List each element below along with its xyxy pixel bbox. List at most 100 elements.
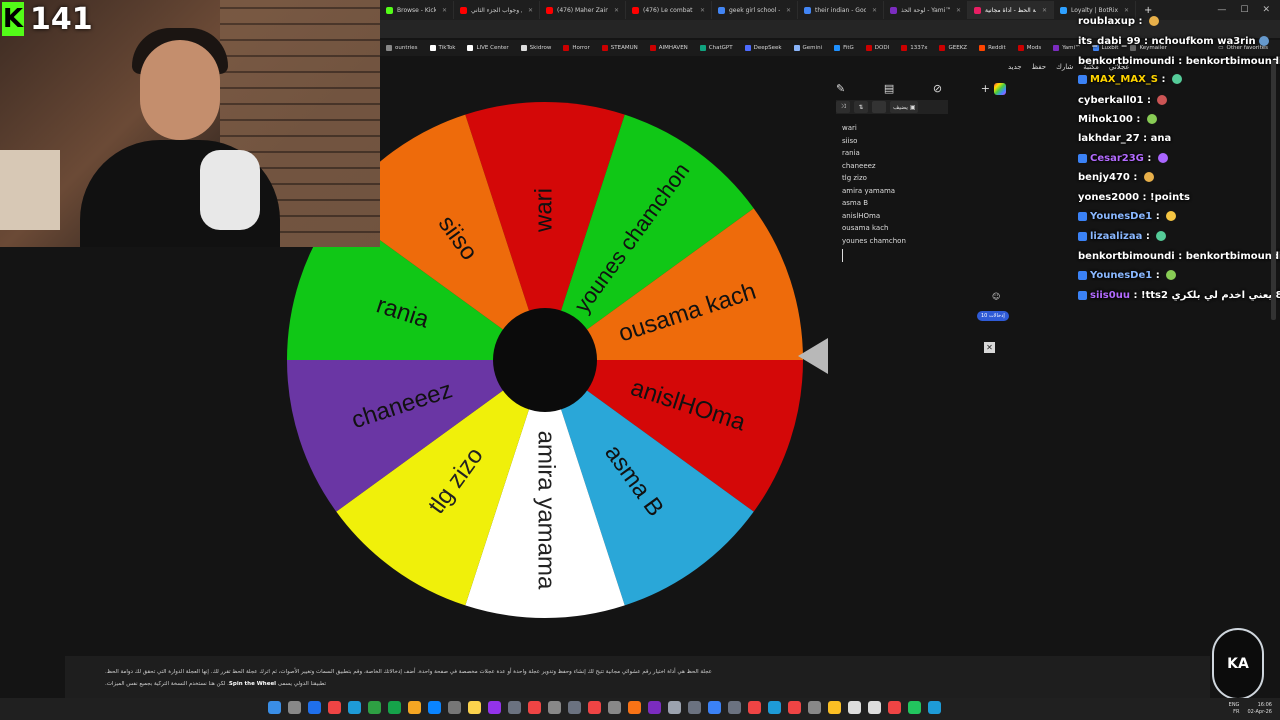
tab-close-icon[interactable]: ✕ [956, 7, 961, 14]
tab-close-icon[interactable]: ✕ [1042, 7, 1047, 14]
taskbar-app-icon[interactable] [288, 701, 301, 714]
taskbar-app-icon[interactable] [908, 701, 921, 714]
chat-username[interactable]: Cesar23G [1090, 153, 1144, 164]
browser-tab[interactable]: لوحة الحذ - Yami™ محرر ✕ [884, 1, 968, 19]
taskbar-app-icon[interactable] [428, 701, 441, 714]
tab-close-icon[interactable]: ✕ [786, 7, 791, 14]
clock[interactable]: 16:06 02-Apr-26 [1247, 702, 1272, 716]
browser-tab[interactable]: عجلة الحظ - أداة مجانية ✕ [968, 1, 1054, 19]
taskbar-app-icon[interactable] [748, 701, 761, 714]
site-nav-item[interactable]: جديد [1008, 63, 1022, 71]
chat-username[interactable]: its_dabi_99 [1078, 36, 1141, 47]
taskbar-app-icon[interactable] [468, 701, 481, 714]
taskbar-app-icon[interactable] [388, 701, 401, 714]
bookmark-item[interactable]: AIMHAVEN [644, 45, 694, 51]
chat-username[interactable]: Mihok100 [1078, 114, 1133, 125]
taskbar-app-icon[interactable] [828, 701, 841, 714]
bookmark-item[interactable]: TikTok [424, 45, 462, 51]
bookmark-item[interactable]: Skidrow [515, 45, 558, 51]
tab-close-icon[interactable]: ✕ [614, 7, 619, 14]
browser-tab[interactable]: Browse - Kick Streaming ✕ [380, 1, 454, 19]
tab-close-icon[interactable]: ✕ [700, 7, 705, 14]
chat-username[interactable]: benjy470 [1078, 172, 1130, 183]
taskbar-app-icon[interactable] [708, 701, 721, 714]
browser-tab[interactable]: (476) Maher Zain ✕ [540, 1, 626, 19]
bookmark-item[interactable]: Horror [557, 45, 595, 51]
taskbar-app-icon[interactable] [688, 701, 701, 714]
taskbar-app-icon[interactable] [488, 701, 501, 714]
chat-username[interactable]: MAX_MAX_S [1090, 74, 1158, 85]
chat-username[interactable]: yones2000 [1078, 192, 1139, 203]
browser-tab[interactable]: their indian - Google S ✕ [798, 1, 884, 19]
pencil-icon[interactable]: ✎ [836, 82, 845, 95]
taskbar-app-icon[interactable] [268, 701, 281, 714]
taskbar-app-icon[interactable] [588, 701, 601, 714]
taskbar-app-icon[interactable] [628, 701, 641, 714]
image-toggle[interactable] [872, 101, 886, 113]
taskbar-app-icon[interactable] [568, 701, 581, 714]
eye-off-icon[interactable]: ⊘ [933, 82, 942, 95]
taskbar-app-icon[interactable] [368, 701, 381, 714]
taskbar-app-icon[interactable] [648, 701, 661, 714]
smiley-icon[interactable]: ☺ [992, 292, 1000, 301]
chat-username[interactable]: benkortbimoundi [1078, 251, 1175, 262]
bookmark-item[interactable]: ountries [380, 45, 424, 51]
chat-username[interactable]: cyberkall01 [1078, 95, 1144, 106]
clipboard-icon[interactable]: ▤ [884, 82, 894, 95]
shuffle-button[interactable]: ⤨ [836, 101, 850, 113]
plus-icon[interactable]: + [981, 82, 990, 95]
chat-username[interactable]: benkortbimoundi [1078, 56, 1175, 67]
tab-close-icon[interactable]: ✕ [528, 7, 533, 14]
taskbar-app-icon[interactable] [328, 701, 341, 714]
taskbar-app-icon[interactable] [308, 701, 321, 714]
taskbar-app-icon[interactable] [808, 701, 821, 714]
taskbar-app-icon[interactable] [768, 701, 781, 714]
chat-username[interactable]: siis0uu [1090, 290, 1130, 301]
entries-textarea[interactable]: wari siiso rania chaneeez tlg zizo amira yama… [842, 122, 906, 262]
bookmark-item[interactable]: Mods [1012, 45, 1047, 51]
color-palette-icon[interactable] [993, 82, 1006, 95]
add-image-button[interactable]: يضيف ▣ [890, 101, 919, 113]
bookmark-item[interactable]: Reddit [973, 45, 1012, 51]
bookmark-item[interactable]: FitG [828, 45, 860, 51]
bookmark-item[interactable]: 1337x [895, 45, 933, 51]
taskbar-app-icon[interactable] [508, 701, 521, 714]
taskbar-app-icon[interactable] [608, 701, 621, 714]
taskbar-app-icon[interactable] [668, 701, 681, 714]
taskbar-app-icon[interactable] [448, 701, 461, 714]
bookmark-item[interactable]: DODI [860, 45, 895, 51]
bookmark-item[interactable]: STEAMUN [596, 45, 644, 51]
taskbar-app-icon[interactable] [788, 701, 801, 714]
scrollbar[interactable] [1271, 60, 1276, 320]
bookmark-item[interactable]: Gemini [788, 45, 829, 51]
browser-tab[interactable]: سؤال وجواب الجزء الثاني ✕ [454, 1, 540, 19]
chat-username[interactable]: lakhdar_27 [1078, 133, 1140, 144]
browser-tab[interactable]: (476) Le combat final ✕ [626, 1, 712, 19]
browser-tab[interactable]: geek girl school - Google ✕ [712, 1, 798, 19]
taskbar-app-icon[interactable] [928, 701, 941, 714]
bookmark-item[interactable]: ChatGPT [694, 45, 739, 51]
taskbar-app-icon[interactable] [728, 701, 741, 714]
entries-count-pill[interactable]: إدخالات 10 [977, 311, 1009, 321]
site-nav-item[interactable]: شارك [1056, 63, 1073, 71]
taskbar-app-icon[interactable] [348, 701, 361, 714]
tab-close-icon[interactable]: ✕ [872, 7, 877, 14]
taskbar-app-icon[interactable] [548, 701, 561, 714]
chat-username[interactable]: roublaxup [1078, 16, 1135, 27]
chat-username[interactable]: YounesDe1 [1090, 270, 1152, 281]
chat-username[interactable]: YounesDe1 [1090, 211, 1152, 222]
sort-button[interactable]: ⇅ [854, 101, 868, 113]
taskbar-app-icon[interactable] [408, 701, 421, 714]
tab-close-icon[interactable]: ✕ [442, 7, 447, 14]
wheel-hub[interactable] [493, 308, 597, 412]
taskbar-app-icon[interactable] [868, 701, 881, 714]
language-indicator[interactable]: ENG FR [1229, 702, 1240, 716]
close-icon[interactable]: ✕ [984, 342, 995, 353]
site-nav-item[interactable]: حفظ [1032, 63, 1047, 71]
taskbar-app-icon[interactable] [848, 701, 861, 714]
taskbar-app-icon[interactable] [528, 701, 541, 714]
bookmark-item[interactable]: LIVE Center [461, 45, 514, 51]
bookmark-item[interactable]: DeepSeek [739, 45, 788, 51]
taskbar-app-icon[interactable] [888, 701, 901, 714]
bookmark-item[interactable]: GEEKZ [933, 45, 973, 51]
